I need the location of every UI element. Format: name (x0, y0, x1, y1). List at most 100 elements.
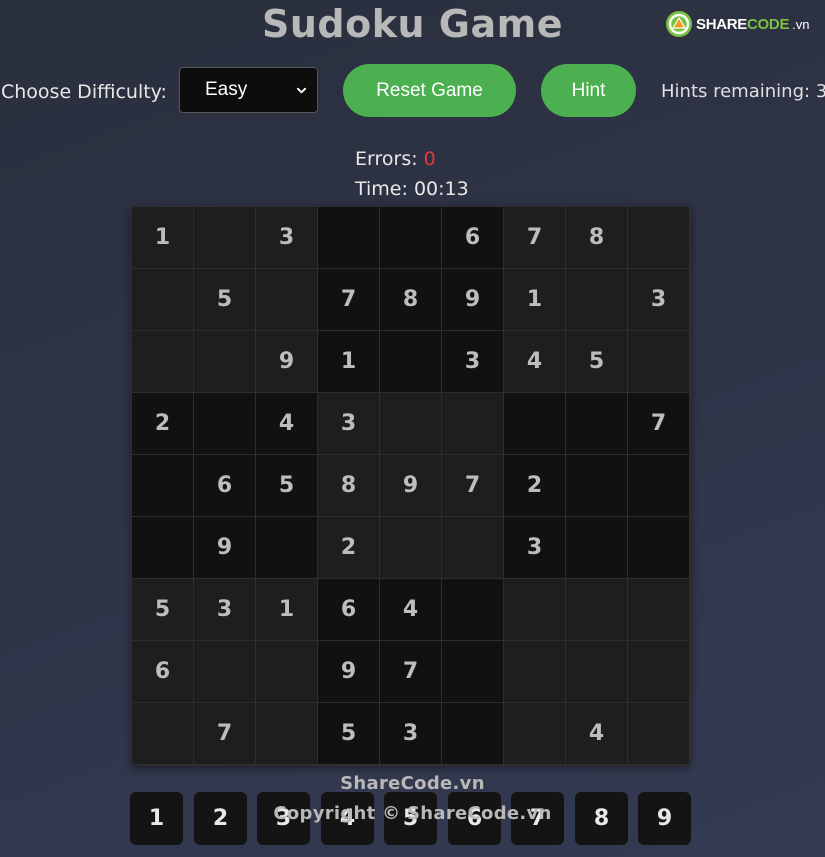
sudoku-cell[interactable]: 3 (194, 579, 255, 640)
sudoku-cell[interactable]: 5 (194, 269, 255, 330)
sudoku-cell[interactable]: 6 (132, 641, 193, 702)
sudoku-cell[interactable] (566, 393, 627, 454)
sharecode-logo-icon (666, 11, 692, 37)
sudoku-cell[interactable] (504, 579, 565, 640)
sudoku-cell[interactable] (256, 517, 317, 578)
sudoku-cell[interactable] (442, 517, 503, 578)
sudoku-cell[interactable]: 7 (380, 641, 441, 702)
sudoku-cell[interactable] (442, 579, 503, 640)
sudoku-cell[interactable] (504, 641, 565, 702)
time-value: 00:13 (413, 178, 469, 200)
sudoku-cell[interactable]: 3 (380, 703, 441, 764)
sudoku-cell[interactable]: 8 (380, 269, 441, 330)
logo-domain: .vn (792, 16, 810, 32)
sudoku-cell[interactable] (132, 703, 193, 764)
timer-status: Time: 00:13 (355, 178, 469, 200)
sudoku-cell[interactable]: 1 (318, 331, 379, 392)
sudoku-cell[interactable]: 7 (194, 703, 255, 764)
difficulty-label: Choose Difficulty: (1, 81, 167, 103)
sudoku-cell[interactable] (256, 703, 317, 764)
sudoku-cell[interactable]: 3 (318, 393, 379, 454)
sudoku-cell[interactable]: 3 (504, 517, 565, 578)
sudoku-cell[interactable] (318, 207, 379, 268)
reset-game-button[interactable]: Reset Game (343, 64, 516, 117)
sudoku-cell[interactable]: 2 (504, 455, 565, 516)
watermark-text: ShareCode.vn (340, 773, 485, 794)
sudoku-cell[interactable] (566, 455, 627, 516)
sudoku-cell[interactable] (566, 641, 627, 702)
sudoku-cell[interactable]: 4 (380, 579, 441, 640)
sudoku-cell[interactable]: 9 (256, 331, 317, 392)
sudoku-cell[interactable] (628, 517, 689, 578)
sudoku-cell[interactable]: 5 (256, 455, 317, 516)
sudoku-cell[interactable]: 5 (566, 331, 627, 392)
sudoku-cell[interactable] (442, 703, 503, 764)
sudoku-cell[interactable]: 5 (132, 579, 193, 640)
sudoku-cell[interactable]: 1 (256, 579, 317, 640)
sudoku-cell[interactable] (380, 331, 441, 392)
sudoku-cell[interactable]: 4 (566, 703, 627, 764)
sudoku-cell[interactable]: 4 (504, 331, 565, 392)
difficulty-select[interactable]: Easy (179, 67, 318, 113)
sudoku-cell[interactable] (194, 641, 255, 702)
sudoku-cell[interactable]: 5 (318, 703, 379, 764)
sudoku-cell[interactable] (194, 393, 255, 454)
sudoku-cell[interactable]: 7 (318, 269, 379, 330)
sudoku-cell[interactable] (628, 455, 689, 516)
sudoku-cell[interactable] (380, 207, 441, 268)
sudoku-cell[interactable] (194, 331, 255, 392)
sudoku-cell[interactable]: 7 (442, 455, 503, 516)
sudoku-cell[interactable]: 8 (566, 207, 627, 268)
sudoku-cell[interactable] (256, 641, 317, 702)
sudoku-cell[interactable] (628, 331, 689, 392)
sudoku-cell[interactable]: 6 (442, 207, 503, 268)
sudoku-cell[interactable]: 9 (194, 517, 255, 578)
sudoku-cell[interactable] (132, 269, 193, 330)
sudoku-cell[interactable] (566, 269, 627, 330)
sudoku-cell[interactable]: 1 (504, 269, 565, 330)
sudoku-cell[interactable] (442, 641, 503, 702)
errors-label: Errors: (355, 148, 418, 170)
sudoku-cell[interactable] (132, 331, 193, 392)
sudoku-cell[interactable] (442, 393, 503, 454)
copyright-text: Copyright © ShareCode.vn (273, 803, 552, 824)
sudoku-cell[interactable]: 7 (628, 393, 689, 454)
sudoku-cell[interactable] (628, 207, 689, 268)
sudoku-cell[interactable] (380, 393, 441, 454)
hints-remaining: Hints remaining: 3 (661, 81, 825, 102)
sudoku-cell[interactable]: 6 (194, 455, 255, 516)
logo-text: SHARECODE (696, 15, 790, 33)
sudoku-cell[interactable]: 7 (504, 207, 565, 268)
time-label: Time: (355, 178, 408, 200)
sudoku-cell[interactable] (566, 517, 627, 578)
sudoku-cell[interactable]: 3 (628, 269, 689, 330)
sudoku-cell[interactable] (504, 703, 565, 764)
sudoku-cell[interactable] (628, 641, 689, 702)
sudoku-cell[interactable]: 9 (318, 641, 379, 702)
chevron-down-icon (296, 87, 307, 93)
sudoku-cell[interactable] (132, 455, 193, 516)
difficulty-selected-value: Easy (205, 79, 248, 100)
hints-remaining-value: 3 (815, 81, 825, 102)
sudoku-cell[interactable] (566, 579, 627, 640)
sudoku-cell[interactable] (132, 517, 193, 578)
sudoku-cell[interactable]: 8 (318, 455, 379, 516)
sudoku-cell[interactable] (194, 207, 255, 268)
sudoku-cell[interactable] (504, 393, 565, 454)
sudoku-cell[interactable]: 4 (256, 393, 317, 454)
sudoku-cell[interactable] (628, 703, 689, 764)
hint-button[interactable]: Hint (541, 64, 636, 117)
sudoku-cell[interactable]: 2 (318, 517, 379, 578)
sudoku-cell[interactable] (256, 269, 317, 330)
sudoku-cell[interactable]: 6 (318, 579, 379, 640)
sharecode-logo[interactable]: SHARECODE .vn (665, 10, 810, 38)
sudoku-cell[interactable]: 9 (380, 455, 441, 516)
errors-status: Errors: 0 (355, 148, 436, 170)
sudoku-cell[interactable]: 3 (256, 207, 317, 268)
sudoku-cell[interactable] (380, 517, 441, 578)
sudoku-cell[interactable] (628, 579, 689, 640)
sudoku-cell[interactable]: 3 (442, 331, 503, 392)
sudoku-cell[interactable]: 1 (132, 207, 193, 268)
sudoku-cell[interactable]: 9 (442, 269, 503, 330)
sudoku-cell[interactable]: 2 (132, 393, 193, 454)
